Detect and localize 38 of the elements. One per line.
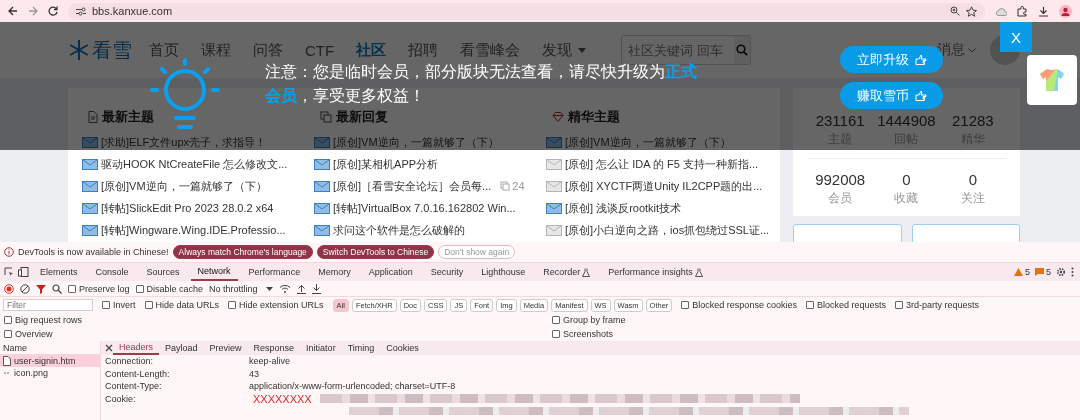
stat-value: 1444908 — [877, 112, 936, 129]
column-heading: 最新主题 — [102, 108, 154, 126]
header-value: 43 — [249, 368, 259, 379]
stat-value: 0 — [968, 171, 977, 188]
stat-value: 992008 — [815, 171, 866, 188]
header-name: Content-Type: — [105, 381, 163, 392]
site-logo-text: 看雪 — [92, 37, 132, 63]
header-value: keep-alive — [249, 356, 291, 367]
header-name: Content-Length: — [105, 368, 171, 379]
checkbox-label: Hide extension URLs — [239, 300, 324, 310]
checkbox-label: Group by frame — [563, 315, 626, 325]
header-value: application/x-www-form-urlencoded; charset=UTF-8 — [249, 381, 456, 392]
checkbox-label: Disable cache — [146, 283, 204, 294]
checkbox-label: Screenshots — [563, 329, 614, 339]
reply-count: 24 — [512, 180, 525, 192]
column-heading: 精华主题 — [568, 108, 620, 126]
header-name: Connection: — [105, 356, 155, 367]
info-message: DevTools is now available in Chinese! — [18, 247, 169, 257]
checkbox-label: Big request rows — [15, 315, 83, 325]
stat-value: 0 — [902, 171, 911, 188]
notice-text: 注意：您是临时会员，部分版块无法查看，请尽快升级为正式会员，享受更多权益！ — [265, 62, 698, 106]
checkbox-label: Blocked response cookies — [692, 300, 797, 310]
stat-label: 收藏 — [894, 190, 919, 207]
column-heading: 最新回复 — [336, 108, 388, 126]
checkbox-label: Hide data URLs — [155, 300, 220, 310]
stat-value: 21283 — [951, 112, 994, 129]
checkbox-label: 3rd-party requests — [905, 300, 979, 310]
url-text: bbs.kanxue.com — [92, 5, 174, 17]
header-name: Cookie: — [105, 393, 137, 404]
checkbox-label: Preserve log — [79, 283, 130, 294]
checkbox-label: Overview — [15, 329, 53, 339]
stat-label: 关注 — [960, 190, 985, 207]
header-value: XXXXXXXX — [252, 392, 312, 405]
stat-label: 会员 — [828, 190, 853, 207]
checkbox-label: Blocked requests — [816, 300, 886, 310]
column-header: Name — [3, 342, 27, 353]
stat-value: 231161 — [815, 112, 865, 129]
checkbox-label: Invert — [113, 300, 136, 310]
